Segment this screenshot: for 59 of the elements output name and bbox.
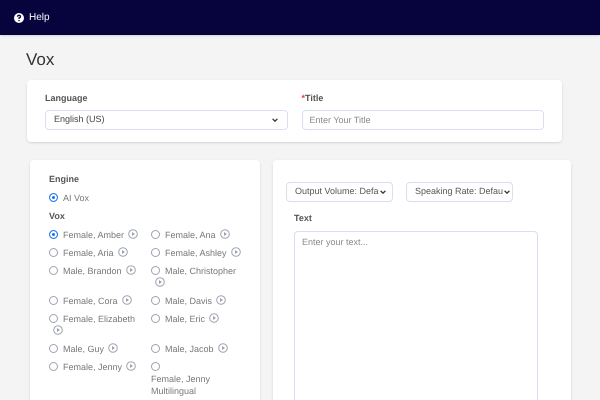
help-link[interactable]: Help (29, 10, 50, 25)
vox-label: Vox (49, 210, 66, 223)
play-icon[interactable] (53, 324, 63, 334)
play-icon[interactable] (122, 294, 132, 304)
voice-label: Male, Eric (165, 312, 206, 324)
radio-button[interactable] (151, 344, 160, 352)
play-icon[interactable] (216, 294, 226, 304)
radio-button[interactable] (49, 314, 58, 322)
radio-button[interactable] (49, 230, 58, 238)
voice-label: Male, Jacob (165, 342, 214, 354)
radio-button[interactable] (49, 266, 58, 274)
text-label: Text (294, 212, 313, 225)
radio-button[interactable] (151, 266, 160, 274)
voice-label: Female, Ana (165, 228, 216, 240)
radio-button[interactable] (151, 362, 160, 370)
page-title: Vox (26, 49, 56, 71)
play-icon[interactable] (108, 342, 118, 352)
radio-button[interactable] (49, 192, 58, 202)
title-label: *Title (302, 92, 324, 104)
play-icon[interactable] (126, 264, 136, 274)
voice-label: Male, Guy (63, 342, 104, 354)
voice-label: Female, Aria (63, 246, 114, 258)
engine-option: AI Vox (63, 192, 90, 202)
voice-label: Female, Cora (63, 294, 118, 306)
play-icon[interactable] (230, 246, 241, 256)
radio-button[interactable] (49, 248, 58, 256)
chevron-icon (503, 188, 512, 196)
speaking-rate-select[interactable]: Speaking Rate: Defau (406, 182, 513, 202)
engine-label: Engine (49, 173, 80, 186)
radio-button[interactable] (151, 296, 160, 304)
language-select[interactable]: English (US) (45, 110, 288, 130)
help-icon[interactable] (14, 12, 24, 22)
radio-button[interactable] (49, 296, 58, 304)
play-icon[interactable] (128, 228, 138, 238)
language-label: Language (45, 92, 89, 105)
voice-label: Male, Davis (165, 294, 212, 306)
play-icon[interactable] (155, 276, 165, 286)
text-field[interactable]: Enter your text... (294, 230, 538, 400)
radio-button[interactable] (151, 248, 160, 256)
play-icon[interactable] (220, 228, 230, 238)
title-field[interactable]: Enter Your Title (302, 110, 544, 130)
radio-button[interactable] (151, 230, 160, 238)
voice-label: Female, Elizabeth (63, 312, 136, 324)
voice-label: Male, Christopher (165, 264, 236, 276)
voice-label: Male, Brandon (63, 264, 122, 276)
play-icon[interactable] (118, 246, 128, 256)
output-volume-select[interactable]: Output Volume: Defa (286, 182, 393, 202)
radio-button[interactable] (49, 344, 58, 352)
voice-label: Female, Jenny (63, 360, 122, 372)
chevron-icon (270, 116, 278, 124)
chevron-icon (378, 188, 387, 196)
play-icon[interactable] (126, 360, 136, 370)
radio-button[interactable] (151, 314, 160, 322)
voice-label: Female, Jenny Multilingual (151, 372, 212, 396)
voice-label: Female, Amber (63, 228, 124, 240)
play-icon[interactable] (218, 342, 228, 352)
radio-button[interactable] (49, 362, 58, 370)
voice-label: Female, Ashley (165, 246, 227, 258)
play-icon[interactable] (209, 312, 220, 322)
